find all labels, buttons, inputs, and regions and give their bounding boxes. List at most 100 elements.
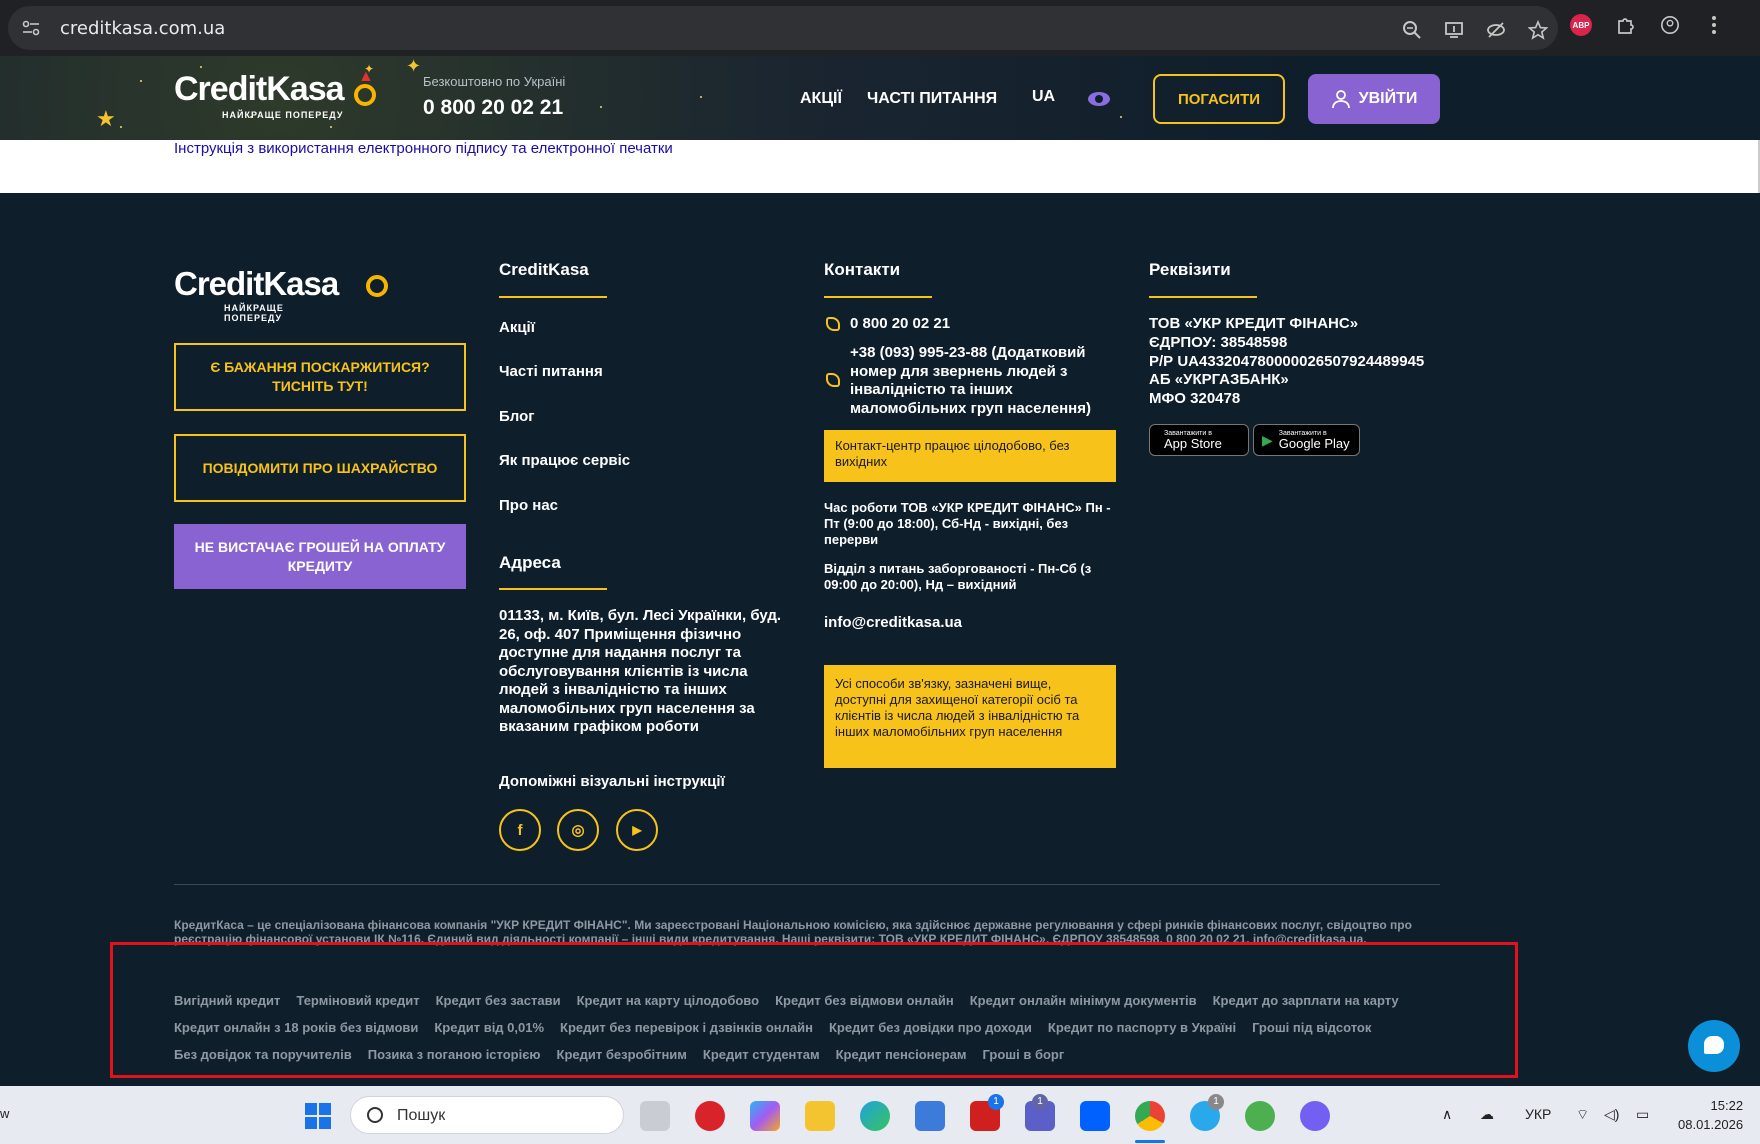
requisites-block: ТОВ «УКР КРЕДИТ ФІНАНС» ЄДРПОУ: 38548598… [1149,315,1424,409]
notification-badge: 1 [988,1094,1004,1110]
not-enough-money-button[interactable]: НЕ ВИСТАЧАЄ ГРОШЕЙ НА ОПЛАТУ КРЕДИТУ [174,524,466,589]
decor-star-icon: ✦ [406,56,422,76]
contact-phone-main[interactable]: 0 800 20 02 21 [850,315,950,332]
contact-email[interactable]: info@creditkasa.ua [824,614,962,631]
more-menu-icon[interactable] [1704,15,1724,35]
bookmark-star-icon[interactable] [1528,20,1548,40]
company-edrpou: ЄДРПОУ: 38548598 [1149,333,1288,351]
site-header: ★ ✦ ✦ CreditKasa НАЙКРАЩЕ ПОПЕРЕДУ ▲ Без… [0,56,1760,140]
url-text[interactable]: creditkasa.com.ua [60,18,225,39]
requisites-title-underline [1149,296,1257,298]
start-button-icon[interactable] [305,1103,331,1129]
language-switch[interactable]: UA [1032,88,1055,106]
search-icon [367,1107,383,1123]
copilot-icon[interactable] [750,1101,780,1131]
input-language[interactable]: УКР [1525,1106,1551,1122]
chat-widget-button[interactable] [1688,1020,1740,1072]
site-logo[interactable]: CreditKasa НАЙКРАЩЕ ПОПЕРЕДУ [174,70,345,120]
instagram-icon[interactable]: ◎ [557,809,599,851]
app-store-badge[interactable]: Завантажити в App Store [1149,424,1249,456]
report-fraud-button[interactable]: ПОВІДОМИТИ ПРО ШАХРАЙСТВО [174,434,466,502]
utorrent-icon[interactable] [1245,1101,1275,1131]
accessibility-eye-icon[interactable] [1088,92,1110,106]
file-explorer-icon[interactable] [805,1101,835,1131]
volume-icon[interactable]: ◁) [1604,1106,1619,1123]
address-bar[interactable]: creditkasa.com.ua [8,6,1558,50]
menu-title-underline [499,296,607,298]
company-mfo: МФО 320478 [1149,390,1241,408]
notification-badge: 1 [1208,1094,1224,1110]
eye-off-icon[interactable] [1486,20,1506,40]
notification-badge: 1 [1032,1094,1048,1110]
phone-icon [826,373,840,387]
chrome-icon[interactable] [1135,1101,1165,1131]
user-icon [1331,90,1350,109]
footer-logo[interactable]: CreditKasa НАЙКРАЩЕ ПОПЕРЕДУ [174,265,339,323]
footer-link-about[interactable]: Про нас [499,497,558,514]
contact-phone-accessibility[interactable]: +38 (093) 995-23-88 (Додатковий номер дл… [850,344,1120,418]
footer-logo-mark-icon [366,275,388,297]
header-phone[interactable]: 0 800 20 02 21 [423,96,563,120]
adblock-extension-icon[interactable]: ABP [1570,14,1592,36]
complaint-button[interactable]: Є БАЖАННЯ ПОСКАРЖИТИСЯ? ТИСНІТЬ ТУТ! [174,343,466,411]
content-strip: Інструкція з використання електронного п… [0,140,1758,193]
wifi-icon[interactable]: ⌔ [1576,1106,1589,1124]
address-title-underline [499,588,607,590]
company-bank: АБ «УКРГАЗБАНК» [1149,371,1289,389]
requisites-title: Реквізити [1149,260,1231,279]
facebook-icon[interactable]: f [499,809,541,851]
browser-toolbar: creditkasa.com.ua ABP [0,0,1760,56]
phone-icon [826,317,840,331]
extensions-puzzle-icon[interactable] [1616,15,1636,35]
nav-faq[interactable]: ЧАСТІ ПИТАННЯ [867,90,997,108]
work-hours: Час роботи ТОВ «УКР КРЕДИТ ФІНАНС» Пн - … [824,500,1111,547]
footer-link-faq[interactable]: Часті питання [499,363,603,380]
store-icon[interactable] [915,1101,945,1131]
opera-icon[interactable] [695,1101,725,1131]
login-button[interactable]: УВІЙТИ [1308,74,1440,124]
free-call-label: Безкоштовно по Україні [423,74,566,89]
taskbar-search[interactable]: Пошук [350,1096,624,1134]
clock-date: 08.01.2026 [1678,1117,1744,1132]
footer-link-how-it-works[interactable]: Як працює сервіс [499,452,630,469]
active-app-indicator [1135,1140,1165,1143]
logo-mark-icon [354,84,376,106]
pay-button[interactable]: ПОГАСИТИ [1153,74,1285,124]
logo-tagline: НАЙКРАЩЕ ПОПЕРЕДУ [222,110,344,120]
battery-icon[interactable]: ▭ [1636,1106,1649,1123]
footer-link-promotions[interactable]: Акції [499,319,535,336]
company-name: ТОВ «УКР КРЕДИТ ФІНАНС» [1149,315,1359,332]
contact-center-notice: Контакт-центр працює цілодобово, без вих… [824,430,1116,482]
zoom-icon[interactable] [1402,20,1422,40]
nav-promotions[interactable]: АКЦІЇ [800,90,842,108]
site-settings-icon[interactable] [22,20,40,36]
footer-logo-tagline: НАЙКРАЩЕ ПОПЕРЕДУ [224,303,284,323]
office-address: 01133, м. Київ, бул. Лесі Українки, буд.… [499,607,782,735]
viber-icon[interactable] [1300,1101,1330,1131]
company-account: Р/Р UA433204780000026507924489945 [1149,352,1425,370]
windows-taskbar: w Пошук 1 1 1 ∧ ☁ УКР ⌔ ◁) ▭ 15:22 08.01… [0,1086,1760,1144]
dropbox-icon[interactable] [1080,1101,1110,1131]
show-hidden-icons-chevron-icon[interactable]: ∧ [1442,1106,1452,1123]
onedrive-icon[interactable]: ☁ [1480,1106,1494,1123]
google-play-badge[interactable]: ▶ Завантажити в Google Play [1253,424,1360,456]
task-view-icon[interactable] [640,1101,670,1131]
footer-link-blog[interactable]: Блог [499,408,535,425]
login-button-label: УВІЙТИ [1358,90,1418,107]
taskbar-search-placeholder: Пошук [397,1107,446,1124]
debt-department-hours: Відділ з питань заборгованості - Пн-Сб (… [824,561,1092,592]
e-signature-instructions-link[interactable]: Інструкція з використання електронного п… [174,140,673,157]
footer-divider [174,884,1440,885]
clock-time: 15:22 [1710,1098,1744,1113]
visual-instructions-link[interactable]: Допоміжні візуальні інструкції [499,773,725,790]
santa-hat-icon: ▲ [358,68,374,85]
menu-title: CreditKasa [499,260,589,279]
google-play-icon: ▶ [1262,431,1273,448]
edge-icon[interactable] [860,1101,890,1131]
profile-icon[interactable] [1660,15,1680,35]
install-app-icon[interactable] [1444,20,1464,40]
contacts-title: Контакти [824,260,901,279]
system-clock[interactable]: 15:22 08.01.2026 [1678,1096,1743,1134]
youtube-icon[interactable]: ▶ [616,809,658,851]
taskbar-widget-text[interactable]: w [0,1106,9,1121]
